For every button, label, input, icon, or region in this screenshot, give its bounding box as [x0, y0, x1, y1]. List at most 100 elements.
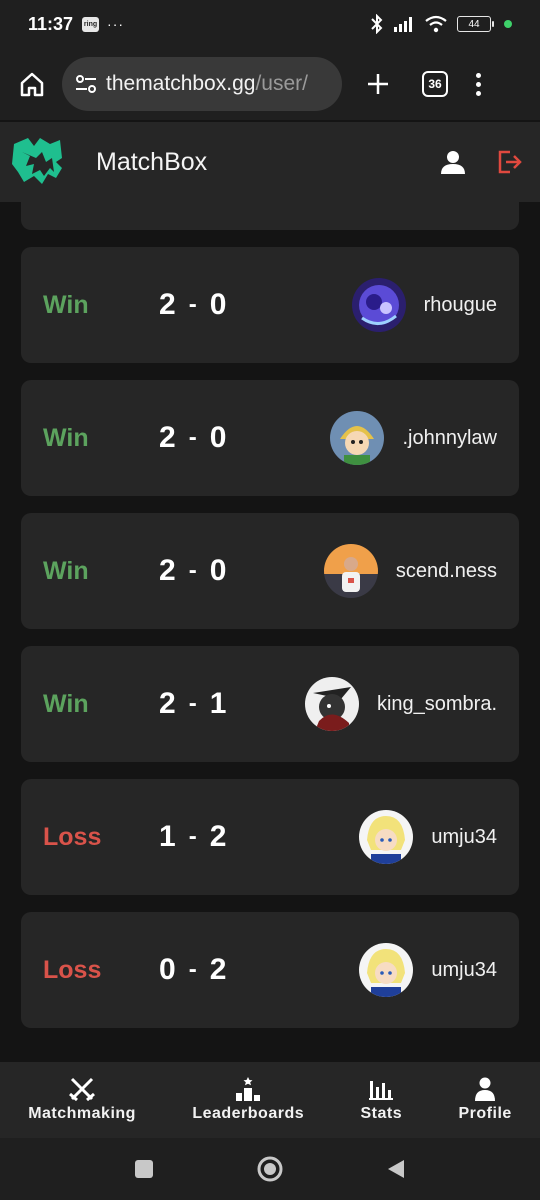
person-icon [475, 1077, 496, 1101]
score-player: 2 [159, 554, 176, 587]
square-icon [135, 1160, 153, 1178]
nav-label: Leaderboards [192, 1105, 305, 1122]
back-button[interactable] [381, 1154, 411, 1184]
plus-icon [368, 74, 388, 94]
match-card[interactable]: Win 2-0 scend.ness [21, 513, 519, 629]
score-player: 2 [159, 288, 176, 321]
blue-creature-avatar [351, 278, 406, 332]
match-list: Loss0-2...yWin2-0rhougueWin2-0.johnnylaw… [21, 202, 519, 1045]
triangle-back-icon [388, 1160, 404, 1178]
browser-toolbar: thematchbox.gg/user/ 36 [0, 48, 540, 120]
match-card[interactable]: Loss 0-2 ...y [21, 202, 519, 230]
wifi-icon [425, 15, 447, 33]
score-separator: - [188, 956, 197, 983]
photo-avatar [323, 544, 378, 598]
match-result: Loss [43, 955, 102, 984]
opponent-name: umju34 [431, 825, 497, 848]
match-score: 0-2 [159, 912, 226, 1028]
header-actions [440, 148, 530, 176]
site-settings-icon[interactable] [74, 72, 98, 96]
circle-icon [257, 1156, 283, 1182]
score-separator: - [188, 424, 197, 451]
score-player: 2 [159, 421, 176, 454]
match-result: Loss [43, 202, 101, 230]
toon-link-avatar [330, 411, 385, 465]
opponent-name: king_sombra. [376, 692, 497, 715]
crossed-swords-icon [69, 1077, 96, 1101]
match-score: 2-0 [159, 513, 226, 629]
nav-label: Stats [360, 1105, 403, 1122]
match-card[interactable]: Loss 1-2 umju34 [21, 779, 519, 895]
privacy-indicator-dot [504, 20, 512, 28]
nav-leaderboards[interactable]: Leaderboards [192, 1077, 304, 1123]
home-icon [20, 72, 44, 97]
opponent-name: umju34 [431, 958, 497, 981]
more-notifications-icon: ··· [107, 16, 125, 32]
match-card[interactable]: Win 2-0 .johnnylaw [21, 380, 519, 496]
nav-stats[interactable]: Stats [361, 1077, 403, 1123]
logout-button[interactable] [496, 148, 524, 176]
status-icons: 44 [370, 14, 512, 34]
podium-icon [236, 1077, 261, 1101]
profile-button[interactable] [440, 149, 466, 175]
bluetooth-icon [371, 14, 383, 34]
app-header: MatchBox [0, 122, 540, 202]
opponent[interactable]: scend.ness [323, 513, 497, 629]
opponent[interactable]: rhougue [351, 247, 497, 363]
match-result: Win [43, 290, 89, 319]
home-button[interactable] [10, 62, 54, 106]
match-card[interactable]: Loss 0-2 umju34 [21, 912, 519, 1028]
status-bar: 11:37 ring ··· 44 [0, 0, 540, 48]
match-result: Loss [43, 822, 102, 851]
match-card[interactable]: Win 2-1 king_sombra. [21, 646, 519, 762]
score-opponent: 0 [209, 288, 227, 321]
home-system-button[interactable] [255, 1154, 285, 1184]
opponent[interactable]: umju34 [359, 779, 497, 895]
tab-switcher-button[interactable]: 36 [422, 71, 448, 97]
score-opponent: 0 [209, 554, 227, 587]
dark-figure-avatar [304, 677, 359, 731]
match-result: Win [43, 556, 89, 585]
score-separator: - [188, 823, 197, 850]
match-history[interactable]: Loss0-2...yWin2-0rhougueWin2-0.johnnylaw… [0, 202, 540, 1062]
battery-icon: 44 [457, 16, 494, 32]
recents-button[interactable] [129, 1154, 159, 1184]
matchbox-logo-icon[interactable] [10, 134, 66, 190]
signal-icon [394, 17, 412, 32]
opponent-name: rhougue [423, 293, 497, 316]
bottom-navigation: Matchmaking Leaderboards Stats Profile [0, 1062, 540, 1138]
address-bar[interactable]: thematchbox.gg/user/ [62, 57, 342, 111]
nav-profile[interactable]: Profile [459, 1077, 512, 1123]
status-time: 11:37 [28, 13, 74, 34]
match-card[interactable]: Win 2-0 rhougue [21, 247, 519, 363]
url-host: thematchbox.gg [106, 72, 256, 95]
opponent-name: .johnnylaw [402, 426, 497, 449]
match-result: Win [43, 423, 89, 452]
match-score: 2-0 [159, 380, 226, 496]
match-score: 1-2 [159, 779, 226, 895]
opponent[interactable]: umju34 [359, 912, 497, 1028]
nav-label: Profile [458, 1105, 512, 1122]
url-path: /user/ [255, 72, 308, 95]
bar-chart-icon [369, 1081, 394, 1100]
new-tab-button[interactable] [358, 64, 398, 104]
opponent[interactable]: .johnnylaw [330, 380, 497, 496]
android18-avatar [359, 943, 414, 997]
browser-menu-button[interactable] [476, 72, 481, 96]
menu-dot [476, 81, 481, 87]
match-result: Win [43, 689, 89, 718]
match-score: 2-0 [159, 247, 226, 363]
nav-matchmaking[interactable]: Matchmaking [28, 1077, 136, 1123]
score-separator: - [188, 690, 197, 717]
menu-dot [476, 90, 481, 96]
nav-label: Matchmaking [28, 1105, 136, 1122]
score-player: 1 [159, 820, 176, 853]
opponent[interactable]: ...y [398, 202, 497, 230]
opponent-name: scend.ness [395, 559, 497, 582]
score-opponent: 2 [209, 953, 227, 986]
system-navigation [0, 1138, 540, 1200]
score-opponent: 0 [209, 421, 227, 454]
menu-dot [476, 72, 481, 78]
score-player: 2 [159, 687, 176, 720]
opponent[interactable]: king_sombra. [304, 646, 497, 762]
